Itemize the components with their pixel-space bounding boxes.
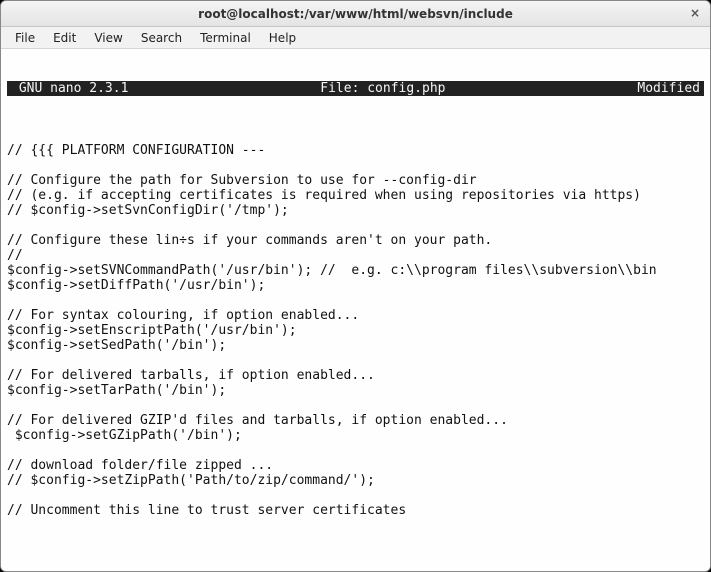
nano-filename: File: config.php (128, 81, 637, 96)
menu-file[interactable]: File (7, 29, 43, 47)
nano-shortcuts: ^GGet Help ^OWriteOut ^RRead File ^YPrev… (7, 550, 704, 571)
menubar: File Edit View Search Terminal Help (1, 27, 710, 49)
nano-statusbar: GNU nano 2.3.1 File: config.php Modified (7, 81, 704, 96)
nano-modified: Modified (637, 81, 700, 96)
editor-content[interactable]: // {{{ PLATFORM CONFIGURATION --- // Con… (7, 126, 704, 518)
nano-version: GNU nano 2.3.1 (11, 81, 128, 96)
terminal-window: root@localhost:/var/www/html/websvn/incl… (0, 0, 711, 572)
menu-terminal[interactable]: Terminal (192, 29, 259, 47)
menu-view[interactable]: View (86, 29, 130, 47)
close-icon[interactable]: × (688, 6, 702, 20)
menu-help[interactable]: Help (261, 29, 304, 47)
menu-search[interactable]: Search (133, 29, 190, 47)
terminal-area[interactable]: GNU nano 2.3.1 File: config.php Modified… (1, 49, 710, 571)
menu-edit[interactable]: Edit (45, 29, 84, 47)
titlebar: root@localhost:/var/www/html/websvn/incl… (1, 1, 710, 27)
window-title: root@localhost:/var/www/html/websvn/incl… (198, 7, 513, 21)
